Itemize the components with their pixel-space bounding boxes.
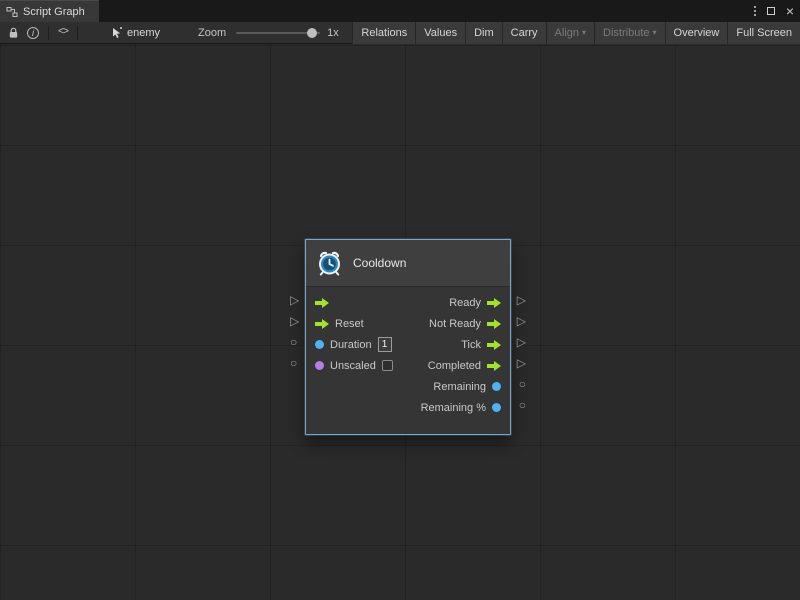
toolbar-separator xyxy=(77,26,78,40)
full-screen-button[interactable]: Full Screen xyxy=(727,22,800,44)
unscaled-checkbox[interactable] xyxy=(382,360,393,371)
value-input-port-marker[interactable]: ○ xyxy=(290,336,297,348)
port-row: Duration Tick xyxy=(306,334,510,355)
script-graph-icon xyxy=(6,6,18,18)
number-port-icon xyxy=(315,340,324,349)
toolbar-separator xyxy=(48,26,49,40)
align-dropdown[interactable]: Align▾ xyxy=(546,22,594,44)
number-port-icon xyxy=(492,403,501,412)
graph-name: enemy xyxy=(127,27,160,39)
node-body: Ready Reset Not Ready xyxy=(306,287,510,434)
distribute-dropdown[interactable]: Distribute▾ xyxy=(594,22,664,44)
zoom-slider-knob[interactable] xyxy=(307,28,317,38)
toolbar-buttons: Relations Values Dim Carry Align▾ Distri… xyxy=(352,22,800,44)
port-row: Remaining % xyxy=(306,397,510,418)
bool-port-icon xyxy=(315,361,324,370)
titlebar: Script Graph × xyxy=(0,0,800,22)
reset-flow-input-port[interactable]: Reset xyxy=(315,318,364,330)
graph-breadcrumb[interactable]: enemy xyxy=(111,27,160,39)
node-title: Cooldown xyxy=(353,256,406,270)
remaining-percent-value-output-port[interactable]: Remaining % xyxy=(421,402,501,414)
tab-label: Script Graph xyxy=(23,6,85,18)
flow-output-port-marker[interactable]: ▷ xyxy=(517,336,526,348)
flow-arrow-icon xyxy=(487,340,501,350)
flow-arrow-icon xyxy=(315,319,329,329)
zoom-slider[interactable] xyxy=(236,32,320,34)
lock-icon[interactable] xyxy=(4,22,23,44)
flow-arrow-icon xyxy=(487,361,501,371)
completed-flow-output-port[interactable]: Completed xyxy=(428,360,501,372)
close-icon[interactable]: × xyxy=(784,4,796,18)
script-graph-window: Script Graph × i <> enemy xyxy=(0,0,800,600)
flow-input-port-marker[interactable]: ▷ xyxy=(290,294,299,306)
value-output-port-marker[interactable]: ○ xyxy=(519,399,526,411)
info-icon[interactable]: i xyxy=(23,22,43,44)
flow-arrow-icon xyxy=(315,298,329,308)
pointer-icon xyxy=(111,27,123,39)
chevron-down-icon: ▾ xyxy=(653,28,657,37)
not-ready-flow-output-port[interactable]: Not Ready xyxy=(429,318,501,330)
duration-field[interactable] xyxy=(378,337,392,352)
dim-button[interactable]: Dim xyxy=(465,22,502,44)
remaining-value-output-port[interactable]: Remaining xyxy=(433,381,501,393)
tick-flow-output-port[interactable]: Tick xyxy=(461,339,501,351)
cooldown-node-area: ▷ ▷ ○ ○ ▷ ▷ ▷ ▷ ○ ○ xyxy=(288,239,528,435)
port-row: Remaining xyxy=(306,376,510,397)
port-row: Reset Not Ready xyxy=(306,313,510,334)
port-row: Ready xyxy=(306,292,510,313)
code-view-icon[interactable]: <> xyxy=(54,22,72,44)
port-row: Unscaled Completed xyxy=(306,355,510,376)
window-controls: × xyxy=(752,0,796,22)
carry-button[interactable]: Carry xyxy=(502,22,546,44)
ready-flow-output-port[interactable]: Ready xyxy=(449,297,501,309)
graph-toolbar: i <> enemy Zoom 1x Relations Values Dim … xyxy=(0,22,800,44)
value-input-port-marker[interactable]: ○ xyxy=(290,357,297,369)
values-button[interactable]: Values xyxy=(415,22,465,44)
maximize-icon[interactable] xyxy=(767,7,775,15)
overview-button[interactable]: Overview xyxy=(665,22,728,44)
flow-arrow-icon xyxy=(487,298,501,308)
number-port-icon xyxy=(492,382,501,391)
node-header[interactable]: Cooldown xyxy=(306,240,510,287)
flow-input-port-marker[interactable]: ▷ xyxy=(290,315,299,327)
alarm-clock-icon xyxy=(316,250,343,277)
enter-flow-input-port[interactable] xyxy=(315,298,335,308)
flow-arrow-icon xyxy=(487,319,501,329)
relations-button[interactable]: Relations xyxy=(352,22,415,44)
zoom-label: Zoom xyxy=(198,27,226,39)
cooldown-node[interactable]: Cooldown Ready xyxy=(305,239,511,435)
flow-output-port-marker[interactable]: ▷ xyxy=(517,357,526,369)
value-output-port-marker[interactable]: ○ xyxy=(519,378,526,390)
flow-output-port-marker[interactable]: ▷ xyxy=(517,315,526,327)
zoom-level: 1x xyxy=(327,27,339,39)
tab-script-graph[interactable]: Script Graph xyxy=(0,0,99,22)
window-menu-icon[interactable] xyxy=(752,3,758,19)
flow-output-port-marker[interactable]: ▷ xyxy=(517,294,526,306)
chevron-down-icon: ▾ xyxy=(582,28,586,37)
unscaled-bool-input-port[interactable]: Unscaled xyxy=(315,360,393,372)
duration-value-input-port[interactable]: Duration xyxy=(315,337,392,352)
graph-canvas[interactable]: ▷ ▷ ○ ○ ▷ ▷ ▷ ▷ ○ ○ xyxy=(0,44,800,600)
